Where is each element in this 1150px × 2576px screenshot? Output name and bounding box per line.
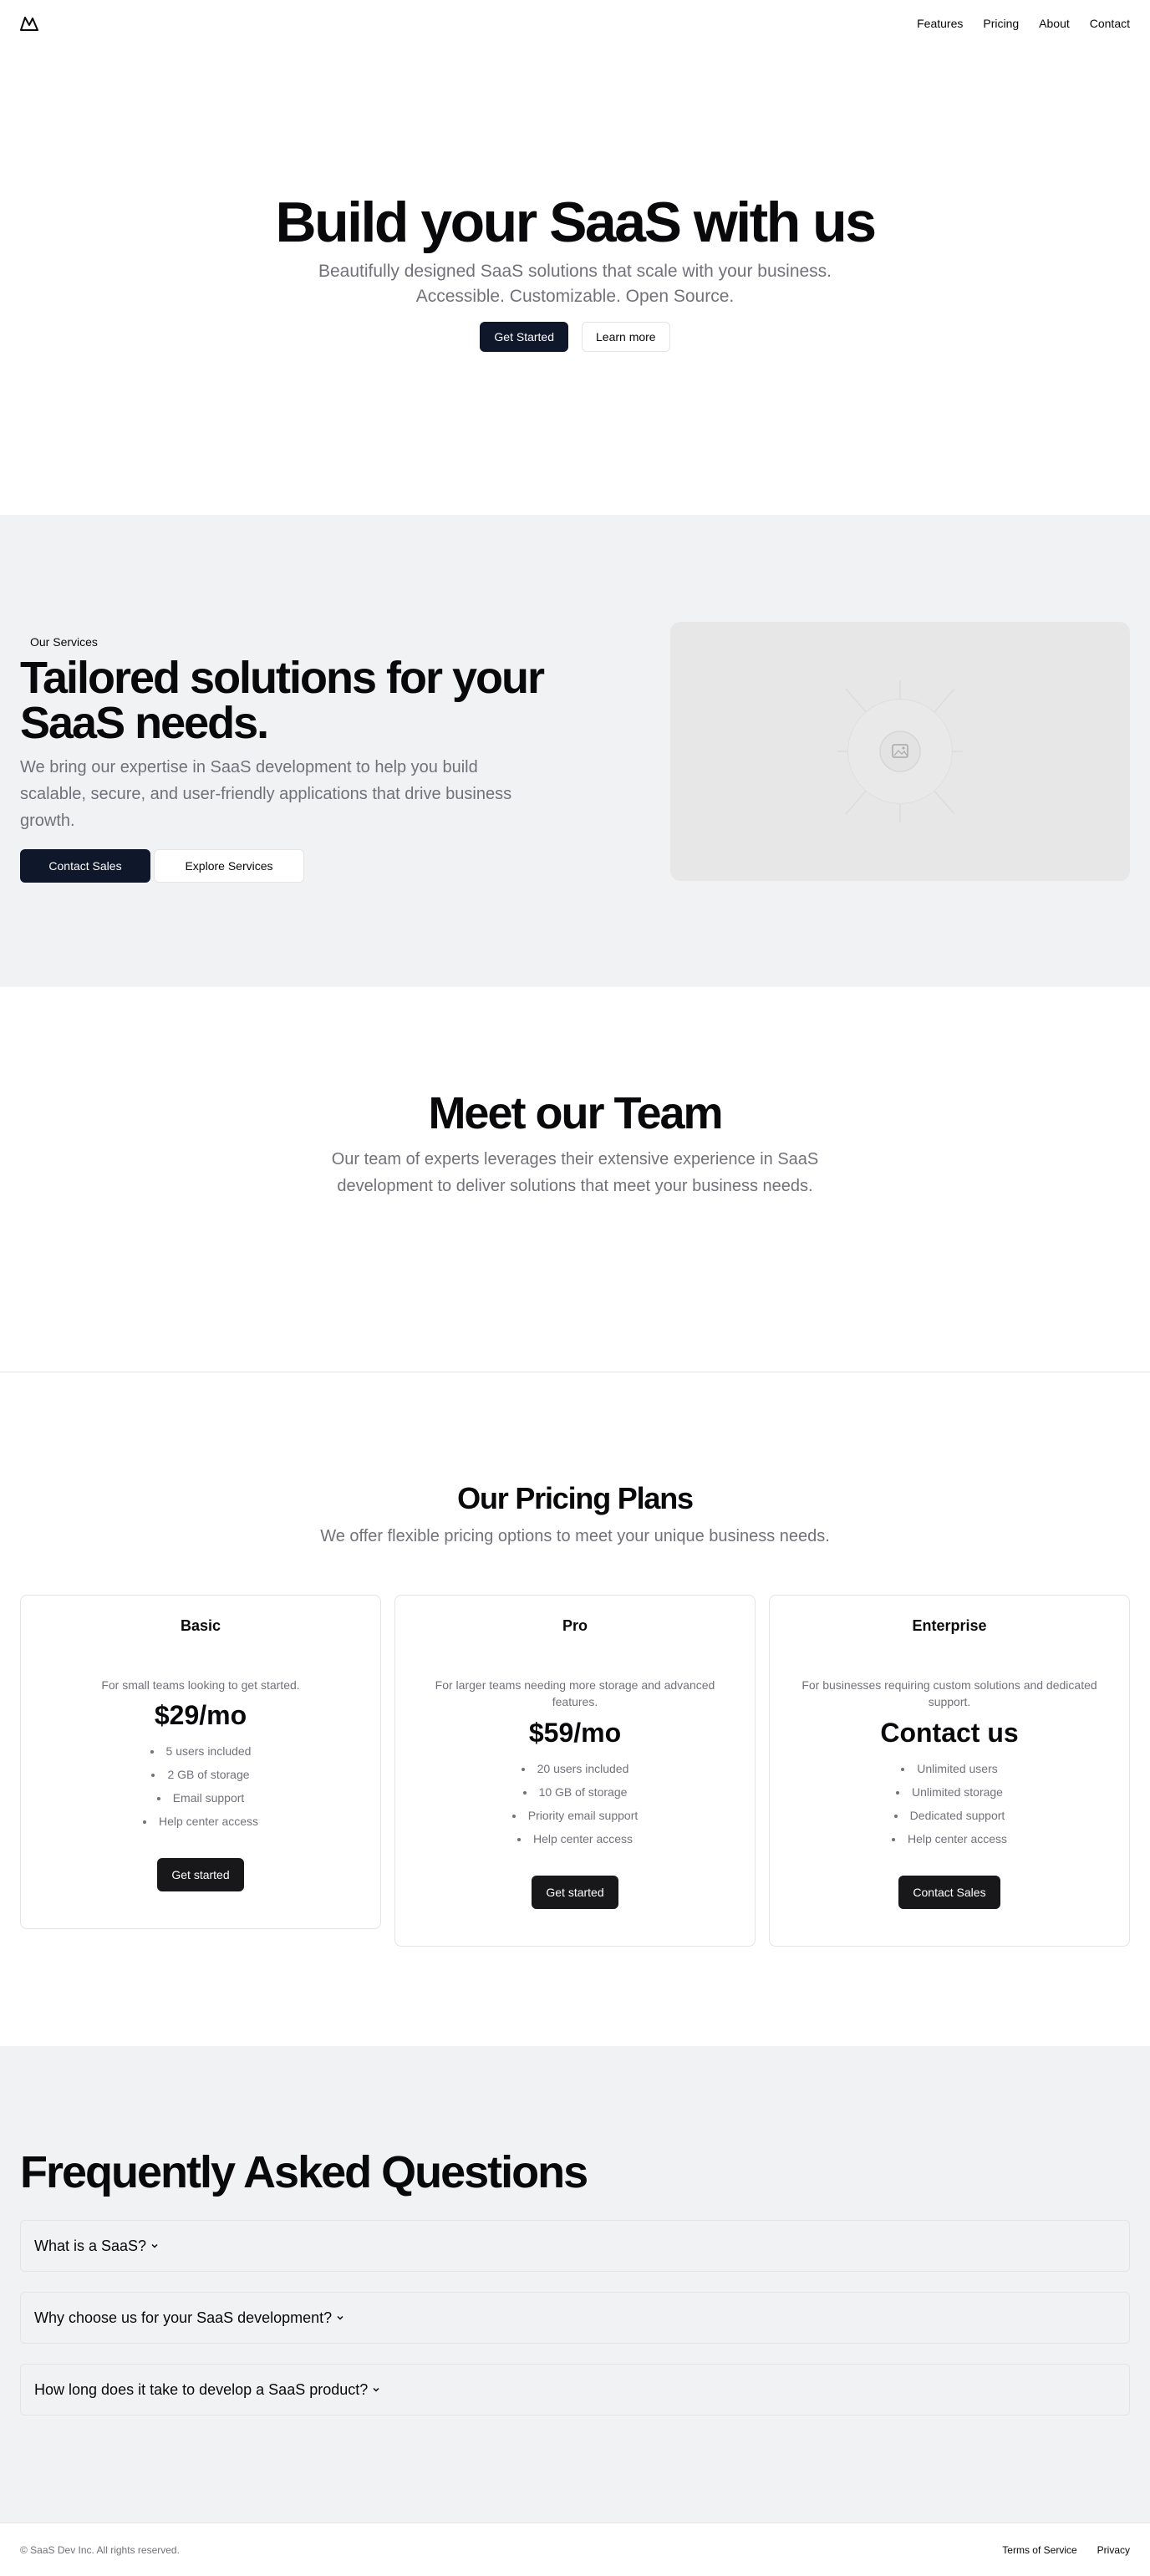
nav-features-link[interactable]: Features [917, 17, 963, 30]
services-title: Tailored solutions for your SaaS needs. [20, 653, 545, 748]
copyright-text: © SaaS Dev Inc. All rights reserved. [20, 2543, 180, 2556]
hero-section: Build your SaaS with us Beautifully desi… [0, 47, 1150, 515]
plan-description: For businesses requiring custom solution… [801, 1678, 1097, 1709]
plan-feature: Help center access [512, 1827, 639, 1851]
footer-links: Terms of Service Privacy [1002, 2544, 1130, 2556]
plan-features: 20 users included 10 GB of storage Prior… [512, 1757, 639, 1851]
pricing-plans: Basic For small teams looking to get sta… [20, 1595, 1130, 1947]
plan-feature: 5 users included [143, 1739, 258, 1763]
services-content: Our Services Tailored solutions for your… [20, 632, 605, 883]
basic-get-started-button[interactable]: Get started [157, 1858, 244, 1892]
hero-title: Build your SaaS with us [275, 190, 877, 254]
plan-feature: Dedicated support [892, 1804, 1007, 1827]
plan-card-pro: Pro For larger teams needing more storag… [394, 1595, 756, 1947]
team-description: Our team of experts leverages their exte… [331, 1150, 819, 1195]
plan-feature: Email support [143, 1786, 258, 1810]
chevron-down-icon [150, 2241, 160, 2251]
site-footer: © SaaS Dev Inc. All rights reserved. Ter… [0, 2523, 1150, 2576]
faq-item[interactable]: Why choose us for your SaaS development? [20, 2292, 1130, 2344]
main-nav: Features Pricing About Contact [917, 17, 1130, 30]
plan-feature: Priority email support [512, 1804, 639, 1827]
plan-feature: 20 users included [512, 1757, 639, 1780]
mountain-icon[interactable] [20, 13, 40, 33]
plan-price: $29/mo [154, 1700, 247, 1731]
faq-item[interactable]: What is a SaaS? [20, 2220, 1130, 2272]
hero-buttons: Get Started Learn more [480, 322, 670, 353]
plan-feature: Unlimited storage [892, 1780, 1007, 1804]
services-badge: Our Services [30, 635, 98, 649]
site-header: Features Pricing About Contact [0, 0, 1150, 47]
faq-question: How long does it take to develop a SaaS … [34, 2380, 369, 2398]
team-section: Meet our Team Our team of experts levera… [0, 987, 1150, 1372]
faq-section: Frequently Asked Questions What is a Saa… [0, 2046, 1150, 2523]
services-description: We bring our expertise in SaaS developme… [20, 758, 512, 830]
nav-contact-link[interactable]: Contact [1090, 17, 1130, 30]
nav-about-link[interactable]: About [1039, 17, 1070, 30]
nav-pricing-link[interactable]: Pricing [983, 17, 1019, 30]
services-buttons: Contact Sales Explore Services [20, 849, 605, 883]
terms-link[interactable]: Terms of Service [1002, 2544, 1076, 2556]
plan-price: $59/mo [528, 1717, 622, 1748]
chevron-down-icon [371, 2385, 381, 2395]
plan-name: Basic [180, 1617, 221, 1634]
enterprise-contact-sales-button[interactable]: Contact Sales [898, 1875, 1000, 1909]
plan-price: Contact us [880, 1717, 1019, 1748]
plan-description: For small teams looking to get started. [101, 1678, 300, 1692]
faq-question: What is a SaaS? [34, 2237, 147, 2254]
privacy-link[interactable]: Privacy [1097, 2544, 1130, 2556]
get-started-button[interactable]: Get Started [480, 322, 568, 353]
faq-title: Frequently Asked Questions [20, 2147, 588, 2197]
services-section: Our Services Tailored solutions for your… [0, 515, 1150, 987]
plan-feature: Help center access [892, 1827, 1007, 1851]
hero-subtitle: Beautifully designed SaaS solutions that… [318, 262, 832, 306]
plan-card-enterprise: Enterprise For businesses requiring cust… [769, 1595, 1130, 1947]
plan-features: Unlimited users Unlimited storage Dedica… [892, 1757, 1007, 1851]
plan-features: 5 users included 2 GB of storage Email s… [143, 1739, 258, 1833]
plan-feature: Help center access [143, 1810, 258, 1833]
plan-feature: Unlimited users [892, 1757, 1007, 1780]
image-placeholder-icon [837, 680, 963, 822]
team-title: Meet our Team [428, 1088, 723, 1138]
contact-sales-button[interactable]: Contact Sales [20, 849, 150, 883]
pricing-subtitle: We offer flexible pricing options to mee… [320, 1527, 830, 1545]
faq-item[interactable]: How long does it take to develop a SaaS … [20, 2364, 1130, 2416]
services-image-placeholder [670, 622, 1130, 881]
plan-description: For larger teams needing more storage an… [435, 1678, 715, 1709]
plan-name: Enterprise [912, 1617, 987, 1634]
pricing-section: Our Pricing Plans We offer flexible pric… [0, 1372, 1150, 2046]
chevron-down-icon [335, 2313, 345, 2323]
plan-feature: 2 GB of storage [143, 1763, 258, 1786]
faq-question: Why choose us for your SaaS development? [34, 2309, 333, 2326]
pricing-title: Our Pricing Plans [457, 1481, 694, 1515]
explore-services-button[interactable]: Explore Services [154, 849, 304, 883]
learn-more-button[interactable]: Learn more [582, 322, 670, 353]
plan-card-basic: Basic For small teams looking to get sta… [20, 1595, 381, 1930]
pro-get-started-button[interactable]: Get started [532, 1875, 618, 1909]
plan-name: Pro [562, 1617, 588, 1634]
plan-feature: 10 GB of storage [512, 1780, 639, 1804]
